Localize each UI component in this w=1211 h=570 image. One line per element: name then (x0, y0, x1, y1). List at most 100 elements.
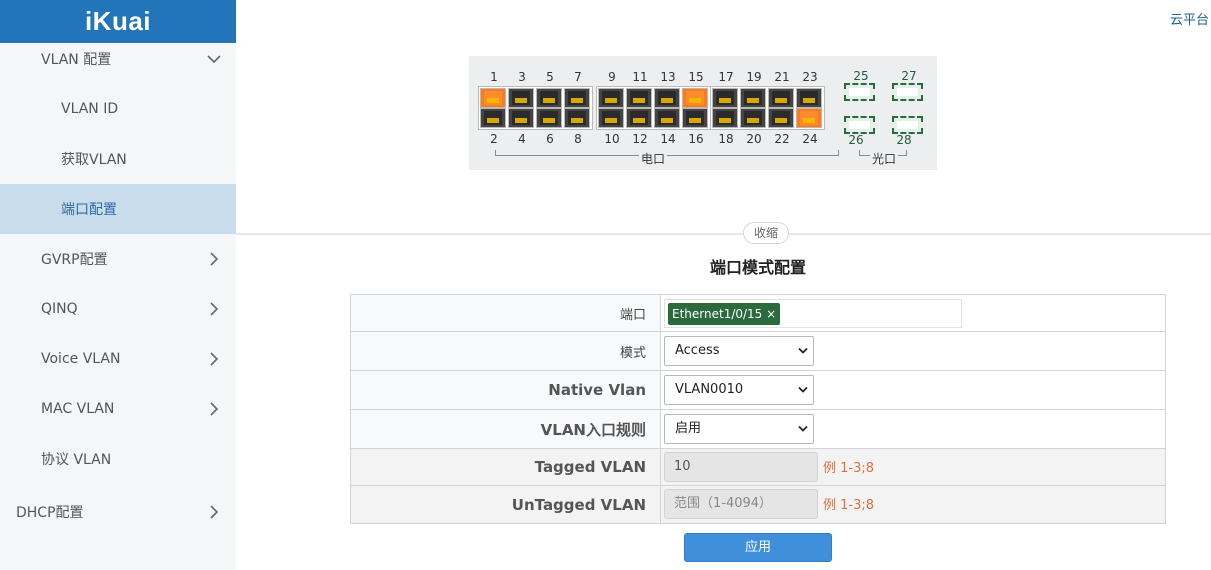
ethernet-port-17[interactable] (712, 88, 738, 108)
form-row-ingress-rule: VLAN入口规则 启用 (351, 410, 1165, 449)
port-pins (775, 118, 787, 123)
ethernet-port-13[interactable] (654, 88, 680, 108)
sidebar-item-label: Voice VLAN (41, 351, 121, 367)
ethernet-port-1[interactable] (480, 88, 506, 108)
ethernet-port-16[interactable] (682, 108, 708, 128)
native-vlan-select[interactable]: VLAN0010 (664, 375, 814, 405)
port-select-input[interactable]: Ethernet1/0/15 × (664, 299, 962, 328)
ethernet-port-8[interactable] (564, 108, 590, 128)
fiber-port-number-label: 27 (901, 69, 917, 83)
port-number-label: 2 (490, 132, 498, 146)
sidebar-item-vlan-id[interactable]: VLAN ID (0, 84, 236, 134)
port-number-label: 14 (660, 132, 676, 146)
port-number-label: 21 (774, 70, 790, 84)
port-pins (775, 98, 787, 103)
port-pins (543, 98, 555, 103)
port-pins (571, 118, 583, 123)
port-pins (487, 118, 499, 123)
ethernet-port-22[interactable] (768, 108, 794, 128)
sidebar-item-voice-vlan[interactable]: Voice VLAN (0, 334, 236, 384)
port-number-label: 17 (718, 70, 734, 84)
port-number-label: 11 (632, 70, 648, 84)
ethernet-port-24[interactable] (796, 108, 822, 128)
port-pins (719, 118, 731, 123)
ethernet-port-9[interactable] (598, 88, 624, 108)
sidebar-item-port-config[interactable]: 端口配置 (0, 184, 236, 234)
tagged-vlan-input[interactable]: 10 (664, 452, 818, 482)
port-number-label: 23 (802, 70, 818, 84)
port-number-label: 4 (518, 132, 526, 146)
port-number-label: 12 (632, 132, 648, 146)
sidebar-item-protocol-vlan[interactable]: 协议 VLAN (0, 434, 236, 484)
port-pins (633, 118, 645, 123)
port-number-label: 8 (574, 132, 582, 146)
port-pins (661, 98, 673, 103)
port-pins (803, 98, 815, 103)
sidebar-item-get-vlan[interactable]: 获取VLAN (0, 134, 236, 184)
section-title: 端口模式配置 (709, 258, 806, 277)
ethernet-port-2[interactable] (480, 108, 506, 128)
ethernet-port-11[interactable] (626, 88, 652, 108)
form-row-native-vlan: Native Vlan VLAN0010 (351, 371, 1165, 410)
sidebar-item-label: 端口配置 (61, 202, 117, 218)
port-pins (661, 118, 673, 123)
sidebar-item-label: DHCP配置 (16, 505, 84, 521)
fiber-port-28[interactable] (892, 116, 923, 134)
ethernet-port-20[interactable] (740, 108, 766, 128)
ethernet-port-18[interactable] (712, 108, 738, 128)
chevron-right-icon (210, 505, 219, 519)
ethernet-port-6[interactable] (536, 108, 562, 128)
fiber-port-number-label: 26 (848, 133, 864, 147)
fiber-port-27[interactable] (892, 83, 923, 101)
port-pins (747, 118, 759, 123)
port-number-label: 18 (718, 132, 734, 146)
tagged-vlan-label: Tagged VLAN (351, 449, 661, 485)
port-mode-form: 端口 Ethernet1/0/15 × 模式 Access Native Vla… (350, 294, 1166, 524)
port-pins (633, 98, 645, 103)
form-row-port: 端口 Ethernet1/0/15 × (351, 295, 1165, 332)
sidebar-item-gvrp[interactable]: GVRP配置 (0, 234, 236, 284)
port-pins (719, 98, 731, 103)
ethernet-port-14[interactable] (654, 108, 680, 128)
ethernet-port-10[interactable] (598, 108, 624, 128)
sidebar-item-dhcp[interactable]: DHCP配置 (0, 487, 236, 537)
ingress-rule-select[interactable]: 启用 (664, 414, 814, 444)
port-pins (571, 98, 583, 103)
fiber-port-25[interactable] (844, 83, 875, 101)
native-vlan-label: Native Vlan (351, 371, 661, 409)
sidebar-item-label: MAC VLAN (41, 401, 115, 417)
ethernet-port-23[interactable] (796, 88, 822, 108)
fiber-port-26[interactable] (844, 116, 875, 134)
ethernet-port-3[interactable] (508, 88, 534, 108)
port-number-label: 6 (546, 132, 554, 146)
ethernet-port-21[interactable] (768, 88, 794, 108)
sidebar-item-qinq[interactable]: QINQ (0, 284, 236, 334)
sidebar-item-label: 获取VLAN (61, 152, 127, 168)
port-tag[interactable]: Ethernet1/0/15 × (668, 303, 781, 325)
port-pins (543, 118, 555, 123)
port-pins (689, 118, 701, 123)
section-divider (236, 233, 1211, 235)
mode-select[interactable]: Access (664, 336, 814, 366)
port-pins (747, 98, 759, 103)
port-number-label: 5 (546, 70, 554, 84)
ethernet-port-12[interactable] (626, 108, 652, 128)
port-pins (803, 118, 815, 123)
apply-button[interactable]: 应用 (684, 533, 832, 562)
collapse-button[interactable]: 收缩 (743, 222, 789, 244)
chevron-down-icon (207, 55, 221, 64)
ethernet-port-7[interactable] (564, 88, 590, 108)
untagged-vlan-input[interactable]: 范围（1-4094） (664, 489, 818, 519)
port-number-label: 10 (604, 132, 620, 146)
sidebar-item-vlan-config[interactable]: VLAN 配置 (0, 34, 236, 84)
ethernet-port-19[interactable] (740, 88, 766, 108)
sidebar-item-label: 协议 VLAN (41, 452, 112, 468)
port-pins (605, 98, 617, 103)
sidebar-item-label: GVRP配置 (41, 252, 108, 268)
ethernet-port-5[interactable] (536, 88, 562, 108)
chevron-right-icon (210, 402, 219, 416)
ethernet-port-4[interactable] (508, 108, 534, 128)
cloud-platform-link[interactable]: 云平台 (1170, 9, 1209, 28)
sidebar-item-mac-vlan[interactable]: MAC VLAN (0, 384, 236, 434)
ethernet-port-15[interactable] (682, 88, 708, 108)
